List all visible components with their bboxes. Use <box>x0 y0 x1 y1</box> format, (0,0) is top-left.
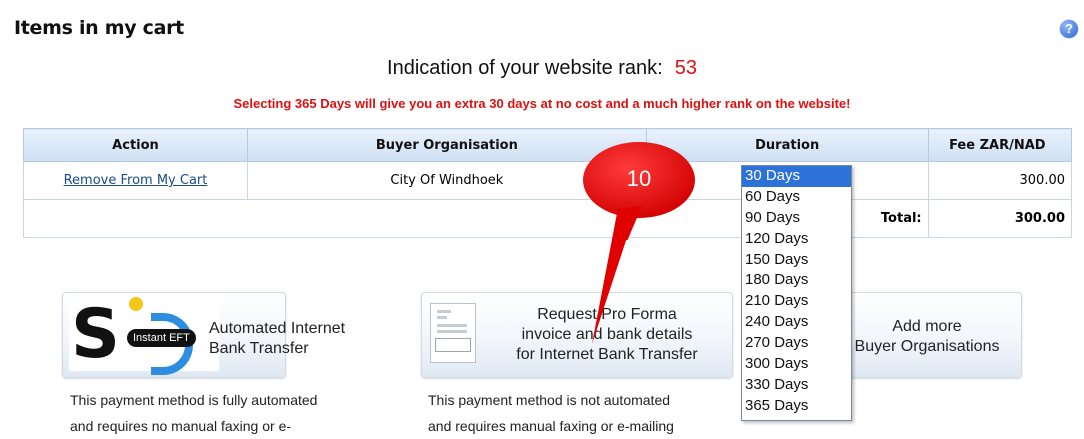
sid-logo: S Instant EFT <box>69 297 219 375</box>
promo-message: Selecting 365 Days will give you an extr… <box>233 96 851 111</box>
header-action: Action <box>23 128 248 162</box>
proforma-description: This payment method is not automated and… <box>428 392 674 434</box>
invoice-document-icon <box>430 303 476 363</box>
total-value: 300.00 <box>927 199 1073 238</box>
table-header-row: Action Buyer Organisation Duration Fee Z… <box>23 128 1073 162</box>
instant-eft-badge: Instant EFT <box>127 329 196 347</box>
duration-option[interactable]: 300 Days <box>742 354 851 375</box>
cart-table: Action Buyer Organisation Duration Fee Z… <box>23 128 1073 238</box>
instant-eft-button[interactable]: S Instant EFT Automated Internet Bank Tr… <box>62 292 346 378</box>
duration-option[interactable]: 365 Days <box>742 396 851 417</box>
eft-description: This payment method is fully automated a… <box>70 392 318 434</box>
cropped-top-text <box>0 0 1084 8</box>
duration-option[interactable]: 90 Days <box>742 208 851 229</box>
callout-pointer <box>592 208 636 344</box>
help-icon[interactable]: ? <box>1060 20 1078 38</box>
annotation-number: 10 <box>626 166 652 191</box>
duration-option[interactable]: 180 Days <box>742 270 851 291</box>
rank-indicator: Indication of your website rank: 53 <box>0 57 1084 80</box>
rank-label: Indication of your website rank: <box>387 57 663 79</box>
duration-option[interactable]: 120 Days <box>742 229 851 250</box>
action-cell: Remove From My Cart <box>23 161 248 200</box>
duration-option[interactable]: 240 Days <box>742 312 851 333</box>
request-proforma-button[interactable]: Request Pro Forma invoice and bank detai… <box>421 292 733 378</box>
duration-option[interactable]: 30 Days <box>742 166 851 187</box>
total-row: Total: 300.00 <box>23 199 1073 238</box>
rank-value: 53 <box>674 57 697 79</box>
duration-option[interactable]: 330 Days <box>742 375 851 396</box>
duration-option[interactable]: 60 Days <box>742 187 851 208</box>
fee-cell: 300.00 <box>927 161 1073 200</box>
add-button-label: Add more Buyer Organisations <box>854 318 1000 355</box>
remove-from-cart-link[interactable]: Remove From My Cart <box>64 173 208 188</box>
header-fee: Fee ZAR/NAD <box>927 128 1073 162</box>
duration-dropdown-list[interactable]: 30 Days 60 Days 90 Days 120 Days 150 Days 180… <box>741 165 852 421</box>
add-buyer-organisations-button[interactable]: Add more Buyer Organisations <box>832 292 1022 378</box>
duration-option[interactable]: 150 Days <box>742 250 851 271</box>
eft-button-label: Automated Internet Bank Transfer <box>209 320 346 357</box>
duration-option[interactable]: 210 Days <box>742 291 851 312</box>
table-row: Remove From My Cart City Of Windhoek 300… <box>23 161 1073 200</box>
duration-option[interactable]: 270 Days <box>742 333 851 354</box>
section-title: Items in my cart <box>14 17 184 39</box>
